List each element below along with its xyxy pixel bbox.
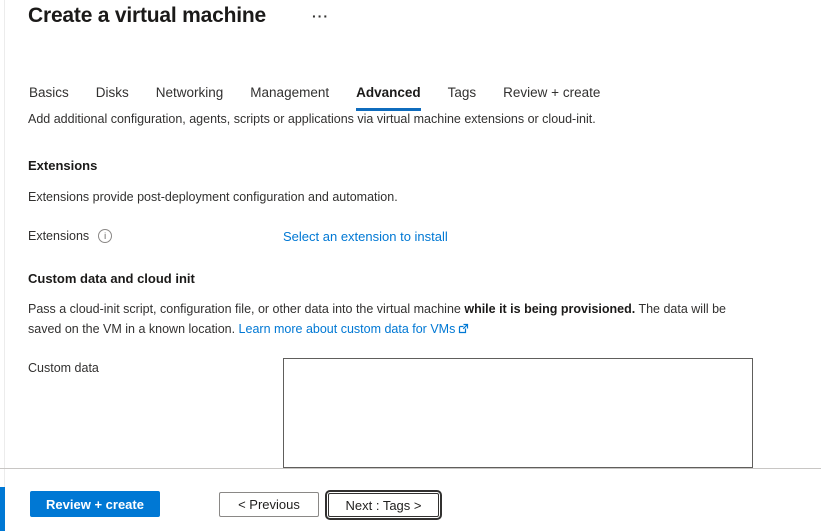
- custom-data-description: Pass a cloud-init script, configuration …: [28, 299, 745, 339]
- review-create-button[interactable]: Review + create: [30, 491, 160, 517]
- custom-data-section-heading: Custom data and cloud init: [28, 271, 195, 286]
- tab-review-create[interactable]: Review + create: [503, 85, 600, 111]
- page-title: Create a virtual machine: [28, 4, 266, 28]
- custom-data-desc-part1: Pass a cloud-init script, configuration …: [28, 302, 464, 316]
- create-vm-page: Create a virtual machine ··· Basics Disk…: [0, 0, 821, 531]
- extensions-section-description: Extensions provide post-deployment confi…: [28, 190, 398, 204]
- tab-advanced[interactable]: Advanced: [356, 85, 421, 111]
- edge-accent-strip: [0, 487, 5, 531]
- info-icon[interactable]: i: [98, 229, 112, 243]
- wizard-tabs: Basics Disks Networking Management Advan…: [29, 85, 600, 111]
- extensions-section-heading: Extensions: [28, 158, 97, 173]
- previous-button[interactable]: < Previous: [219, 492, 319, 517]
- select-extension-link[interactable]: Select an extension to install: [283, 229, 448, 244]
- more-options-icon[interactable]: ···: [312, 7, 329, 25]
- extensions-field-row: Extensions i: [28, 229, 112, 243]
- extensions-field-label: Extensions: [28, 229, 89, 243]
- custom-data-field-label: Custom data: [28, 361, 99, 375]
- tab-intro-text: Add additional configuration, agents, sc…: [28, 112, 596, 126]
- tab-tags[interactable]: Tags: [448, 85, 477, 111]
- next-tags-button[interactable]: Next : Tags >: [328, 493, 439, 517]
- tab-management[interactable]: Management: [250, 85, 329, 111]
- tab-disks[interactable]: Disks: [96, 85, 129, 111]
- custom-data-textarea[interactable]: [283, 358, 753, 468]
- tab-basics[interactable]: Basics: [29, 85, 69, 111]
- footer-divider: [0, 468, 821, 469]
- external-link-icon: [458, 323, 469, 334]
- panel-edge-line: [4, 0, 5, 531]
- custom-data-desc-bold: while it is being provisioned.: [464, 302, 635, 316]
- learn-more-link[interactable]: Learn more about custom data for VMs: [239, 322, 456, 336]
- tab-networking[interactable]: Networking: [156, 85, 224, 111]
